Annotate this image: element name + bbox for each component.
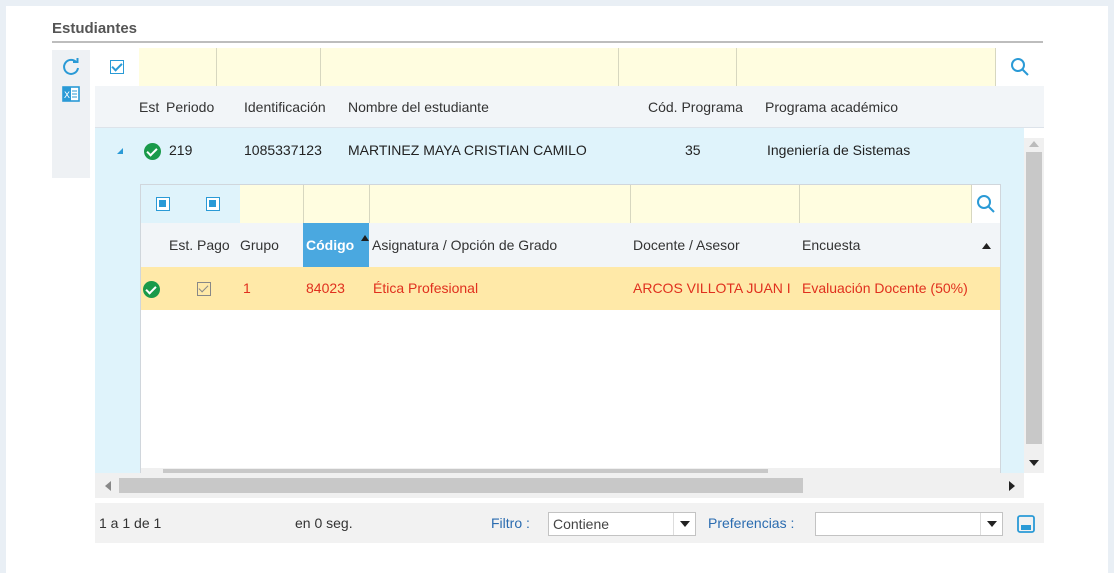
detail-filter-row (141, 185, 1000, 223)
detail-select-all-icon[interactable] (141, 185, 185, 223)
toolbar: X (52, 50, 90, 178)
scroll-right-icon[interactable] (1009, 481, 1015, 491)
col-encuesta[interactable]: Encuesta (802, 223, 860, 267)
chevron-down-icon[interactable] (980, 513, 1002, 535)
detail-filter-grupo[interactable] (240, 185, 304, 223)
cell-codigo: 84023 (306, 280, 345, 296)
col-est[interactable]: Est (139, 86, 165, 128)
grid-footer: 1 a 1 de 1 en 0 seg. Filtro : Contiene P… (95, 503, 1044, 543)
col-identificacion[interactable]: Identificación (244, 86, 348, 128)
detail-filter-asignatura[interactable] (370, 185, 631, 223)
students-grid: Est Periodo Identificación Nombre del es… (95, 46, 1044, 498)
detail-status-ok-icon (143, 267, 160, 310)
status-ok-icon (144, 128, 161, 172)
scroll-left-icon[interactable] (105, 481, 111, 491)
select-all-checkbox-icon[interactable] (110, 60, 124, 74)
cell-docente: ARCOS VILLOTA JUAN I (633, 280, 791, 296)
detail-filter-encuesta[interactable] (800, 185, 972, 223)
cell-programa: Ingeniería de Sistemas (767, 142, 911, 158)
filtro-value: Contiene (553, 516, 610, 532)
cell-identificacion: 1085337123 (244, 142, 322, 158)
chevron-down-icon[interactable] (673, 513, 695, 535)
detail-grid: Est. Pago Grupo Código Asignatura / Opci… (140, 184, 1001, 476)
scroll-up-icon[interactable] (1029, 141, 1039, 147)
preferencias-select[interactable] (815, 512, 1003, 536)
save-preferences-icon[interactable] (1015, 513, 1037, 535)
select-all-cell[interactable] (95, 48, 139, 86)
filter-programa[interactable] (737, 48, 996, 86)
excel-export-icon[interactable]: X (60, 83, 82, 105)
pago-checkbox-icon[interactable] (197, 267, 211, 310)
detail-filter-codigo[interactable] (304, 185, 370, 223)
filter-nombre[interactable] (321, 48, 619, 86)
horizontal-scroll-thumb[interactable] (119, 478, 803, 493)
col-docente[interactable]: Docente / Asesor (633, 223, 740, 267)
col-est-pago[interactable]: Est. Pago (169, 223, 230, 267)
col-periodo[interactable]: Periodo (166, 86, 244, 128)
filtro-select[interactable]: Contiene (548, 512, 696, 536)
filter-cod-programa[interactable] (619, 48, 737, 86)
scroll-down-icon[interactable] (1029, 460, 1039, 466)
filter-row (95, 48, 1044, 86)
filter-periodo[interactable] (139, 48, 217, 86)
col-nombre[interactable]: Nombre del estudiante (348, 86, 646, 128)
section-title: Estudiantes (52, 20, 138, 37)
master-header: Est Periodo Identificación Nombre del es… (95, 86, 1044, 128)
col-grupo[interactable]: Grupo (240, 223, 279, 267)
col-codigo-sorted[interactable]: Código (303, 223, 369, 267)
vertical-scrollbar[interactable] (1024, 138, 1044, 473)
col-programa[interactable]: Programa académico (765, 86, 1024, 128)
detail-header: Est. Pago Grupo Código Asignatura / Opci… (141, 223, 1000, 267)
filter-identificacion[interactable] (217, 48, 321, 86)
record-count: 1 a 1 de 1 (99, 515, 162, 531)
query-time: en 0 seg. (295, 515, 353, 531)
svg-text:X: X (64, 91, 70, 101)
horizontal-scrollbar[interactable] (95, 473, 1024, 498)
scroll-up-arrow-icon[interactable] (982, 243, 991, 249)
filtro-label: Filtro : (491, 515, 530, 531)
cell-asignatura: Ética Profesional (373, 280, 479, 296)
col-codigo-label: Código (306, 237, 355, 253)
vertical-scroll-thumb[interactable] (1026, 152, 1042, 444)
refresh-icon[interactable] (60, 56, 82, 78)
expand-toggle-icon[interactable] (115, 128, 125, 172)
detail-filter-docente[interactable] (631, 185, 800, 223)
sort-asc-icon (361, 235, 369, 241)
col-asignatura[interactable]: Asignatura / Opción de Grado (372, 223, 557, 267)
section-divider (52, 41, 1043, 43)
detail-search-icon[interactable] (972, 185, 1000, 223)
cell-nombre: MARTINEZ MAYA CRISTIAN CAMILO (348, 142, 587, 158)
cell-periodo: 219 (169, 142, 193, 158)
cell-grupo: 1 (243, 280, 251, 296)
cell-cod-programa: 35 (685, 142, 701, 158)
col-cod-programa[interactable]: Cód. Programa (648, 86, 766, 128)
students-panel: Estudiantes X Est Periodo Identificación… (6, 6, 1108, 573)
detail-row-selected[interactable]: 1 84023 Ética Profesional ARCOS VILLOTA … (141, 267, 1000, 310)
search-icon[interactable] (996, 48, 1044, 86)
cell-encuesta: Evaluación Docente (50%) (802, 280, 968, 296)
detail-pago-select-icon[interactable] (185, 185, 240, 223)
preferencias-label: Preferencias : (708, 515, 795, 531)
